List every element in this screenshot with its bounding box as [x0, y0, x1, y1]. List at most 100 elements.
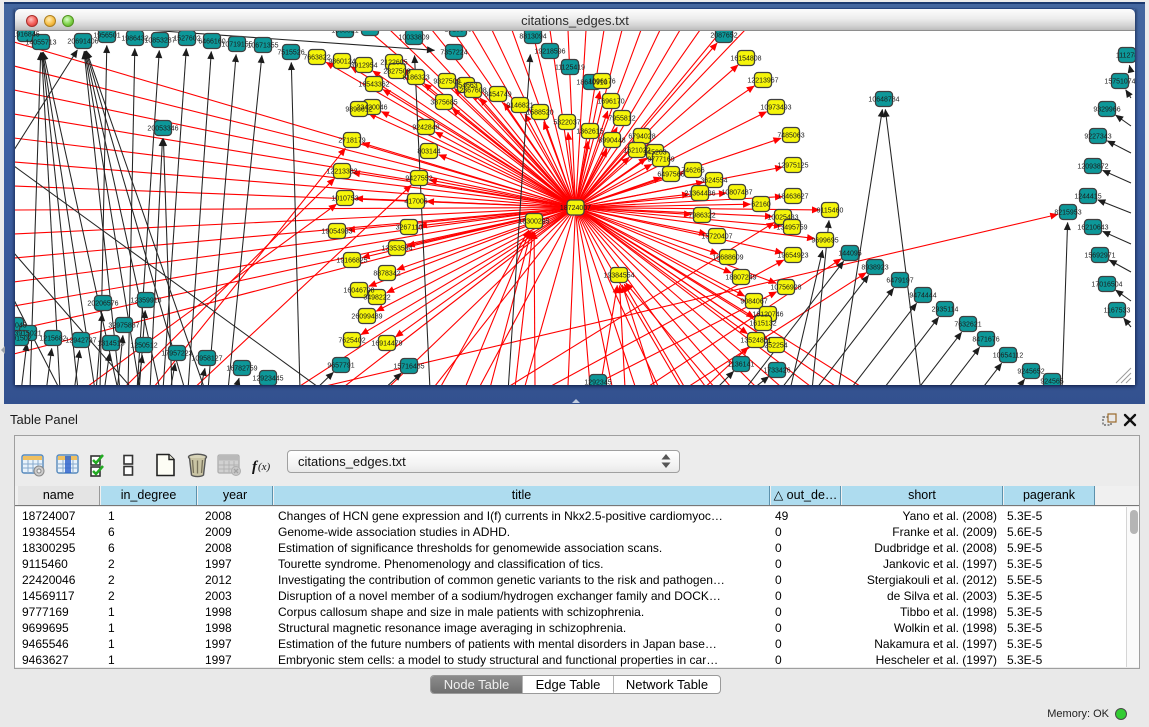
svg-text:17957223: 17957223	[161, 351, 192, 358]
svg-text:9245652: 9245652	[1017, 369, 1044, 376]
svg-text:18300295: 18300295	[518, 219, 549, 226]
svg-text:10648784: 10648784	[868, 97, 899, 104]
svg-text:10654112: 10654112	[993, 353, 1024, 360]
svg-text:2718179: 2718179	[338, 138, 365, 145]
svg-text:1615548: 1615548	[444, 31, 471, 34]
svg-text:15716485: 15716485	[393, 364, 424, 371]
svg-text:8878342: 8878342	[373, 271, 400, 278]
svg-text:12093872: 12093872	[1077, 164, 1108, 171]
svg-text:(x): (x)	[258, 461, 271, 473]
svg-text:19384554: 19384554	[603, 273, 634, 280]
svg-text:1250512: 1250512	[130, 343, 157, 350]
svg-text:1615132: 1615132	[749, 321, 776, 328]
svg-text:9657791: 9657791	[327, 363, 354, 370]
svg-text:1215682: 1215682	[39, 336, 66, 343]
svg-text:1292345: 1292345	[584, 380, 611, 386]
svg-text:12975125: 12975125	[777, 163, 808, 170]
svg-text:10973493: 10973493	[760, 105, 791, 112]
svg-text:17016504: 17016504	[1091, 282, 1122, 289]
svg-text:2106538: 2106538	[356, 31, 383, 33]
svg-text:16914479: 16914479	[371, 341, 402, 348]
svg-text:10807487: 10807487	[721, 190, 752, 197]
svg-text:1956501: 1956501	[93, 33, 120, 40]
svg-text:111278: 111278	[1116, 53, 1135, 60]
svg-text:9474444: 9474444	[909, 293, 936, 300]
svg-text:21364436: 21364436	[684, 191, 715, 198]
svg-text:1167533: 1167533	[1104, 308, 1131, 315]
svg-text:7357224: 7357224	[440, 50, 467, 57]
svg-text:7515526: 7515526	[277, 50, 304, 57]
svg-text:3875685: 3875685	[430, 100, 457, 107]
svg-text:9242848: 9242848	[412, 125, 439, 132]
svg-text:15692971: 15692971	[1084, 253, 1115, 260]
svg-text:144095: 144095	[838, 251, 861, 258]
svg-text:8454749: 8454749	[484, 92, 511, 99]
svg-text:1527602: 1527602	[173, 36, 200, 43]
svg-text:16120746: 16120746	[752, 312, 783, 319]
svg-text:10033809: 10033809	[398, 35, 429, 42]
svg-text:1314513: 1314513	[97, 341, 124, 348]
svg-text:8186323: 8186323	[402, 75, 429, 82]
svg-text:32975887: 32975887	[108, 323, 139, 330]
svg-text:6479197: 6479197	[886, 278, 913, 285]
svg-text:8215953: 8215953	[1054, 210, 1081, 217]
svg-text:9084067: 9084067	[740, 299, 767, 306]
svg-text:19654923: 19654923	[777, 253, 808, 260]
svg-text:20691406: 20691406	[67, 39, 98, 46]
svg-text:10688609: 10688609	[712, 255, 743, 262]
svg-text:15751074: 15751074	[1104, 79, 1135, 86]
svg-text:18724007: 18724007	[560, 205, 591, 212]
svg-text:19054933: 19054933	[321, 229, 352, 236]
svg-text:1588520: 1588520	[526, 110, 553, 117]
svg-text:3624554: 3624554	[700, 178, 727, 185]
svg-text:15720407: 15720407	[701, 234, 732, 241]
svg-text:145203: 145203	[643, 150, 666, 157]
svg-text:2087652: 2087652	[710, 33, 737, 40]
svg-text:9427552: 9427552	[405, 176, 432, 183]
svg-text:3498222: 3498222	[363, 295, 390, 302]
svg-text:2367608: 2367608	[459, 88, 486, 95]
svg-text:16210643: 16210643	[1077, 225, 1108, 232]
svg-text:924565: 924565	[1040, 379, 1063, 386]
svg-text:7663822: 7663822	[303, 55, 330, 62]
svg-text:2122605: 2122605	[380, 60, 407, 67]
svg-text:515045: 515045	[15, 323, 27, 330]
svg-text:7485063: 7485063	[777, 133, 804, 140]
svg-text:252254: 252254	[764, 343, 787, 350]
svg-text:26099489: 26099489	[351, 314, 382, 321]
svg-text:1096176: 1096176	[588, 79, 615, 86]
svg-text:9227343: 9227343	[1084, 134, 1111, 141]
svg-text:9777169: 9777169	[647, 157, 674, 164]
svg-text:1136141: 1136141	[728, 362, 755, 369]
svg-text:12213967: 12213967	[747, 78, 778, 85]
svg-text:10671355: 10671355	[247, 43, 278, 50]
svg-text:8938923: 8938923	[861, 265, 888, 272]
svg-text:1362615: 1362615	[576, 129, 603, 136]
svg-text:10025433: 10025433	[767, 215, 798, 222]
svg-text:20206576: 20206576	[87, 301, 118, 308]
svg-text:14055713: 14055713	[25, 40, 56, 47]
svg-text:9699695: 9699695	[811, 238, 838, 245]
svg-text:2935114: 2935114	[932, 307, 959, 314]
svg-text:16543362: 16543362	[358, 82, 389, 89]
svg-text:391502: 391502	[15, 336, 32, 343]
svg-text:417006: 417006	[404, 199, 427, 206]
svg-text:803144: 803144	[417, 149, 440, 156]
svg-text:11125419: 11125419	[555, 65, 585, 72]
svg-text:7632621: 7632621	[954, 322, 981, 329]
svg-text:7955812: 7955812	[608, 116, 635, 123]
svg-text:1063521: 1063521	[331, 31, 358, 35]
svg-text:12942737: 12942737	[65, 338, 96, 345]
svg-text:1010753: 1010753	[331, 196, 358, 203]
svg-text:18807249: 18807249	[725, 275, 756, 282]
svg-text:1916845: 1916845	[15, 32, 40, 39]
svg-text:6794028: 6794028	[628, 134, 655, 141]
svg-text:10756928: 10756928	[770, 285, 801, 292]
svg-text:1733426: 1733426	[763, 368, 790, 375]
svg-text:9329966: 9329966	[1093, 107, 1120, 114]
svg-text:12213382: 12213382	[326, 169, 357, 176]
svg-text:10958127: 10958127	[191, 356, 222, 363]
svg-text:7986322: 7986322	[688, 213, 715, 220]
svg-text:62160: 62160	[751, 202, 771, 209]
svg-text:9146821: 9146821	[506, 103, 533, 110]
